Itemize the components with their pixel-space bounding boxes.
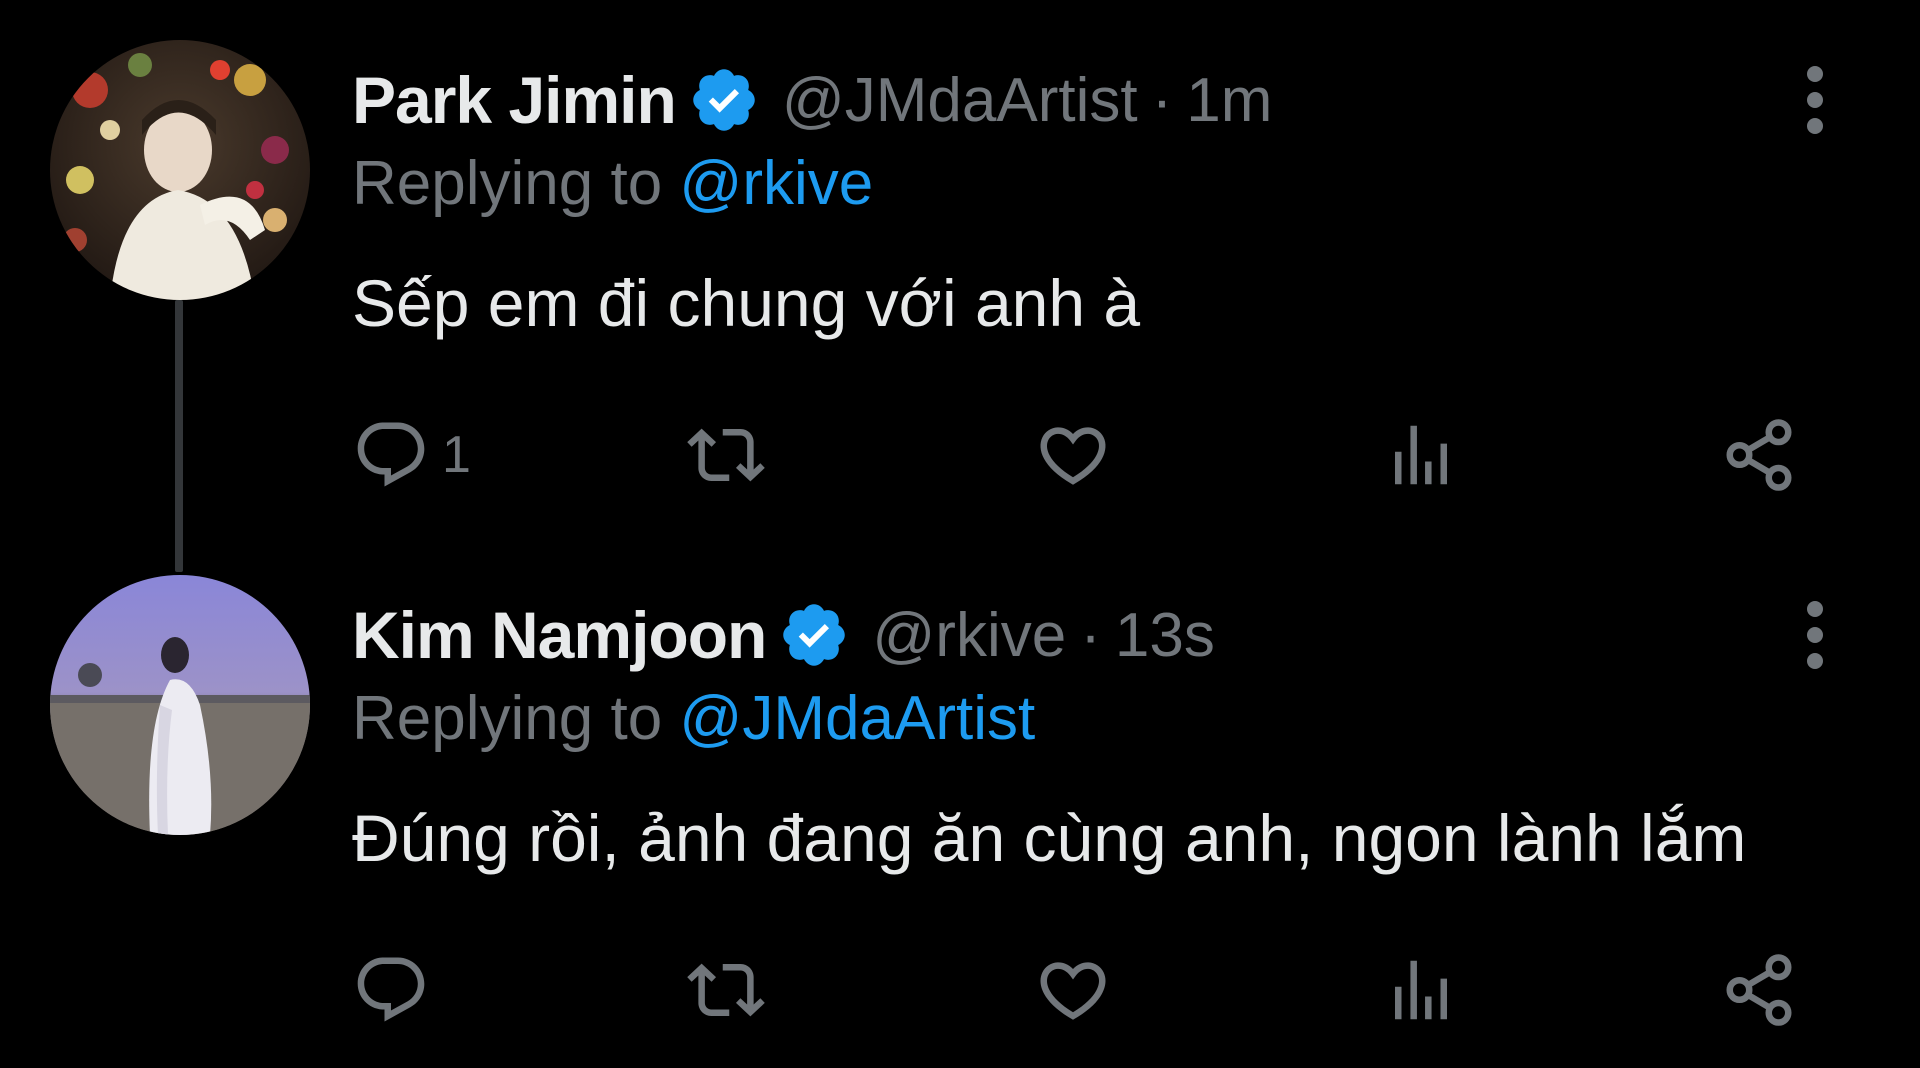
separator-dot: ·	[1080, 600, 1101, 670]
verified-badge-icon	[778, 599, 850, 671]
more-vertical-dot	[1807, 627, 1823, 643]
reply-icon	[357, 422, 425, 487]
reply-icon	[357, 957, 425, 1022]
replying-to-mention-link[interactable]: @JMdaArtist	[679, 684, 1035, 753]
separator-dot: ·	[1151, 65, 1173, 135]
avatar-photo-field-icon	[50, 575, 310, 835]
more-vertical-icon	[1807, 601, 1823, 617]
user-handle[interactable]: @JMdaArtist	[782, 65, 1138, 136]
tweet[interactable]: Kim Namjoon @rkive · 13s Replying to @JM…	[0, 575, 1920, 1068]
replying-to-mention-link[interactable]: @rkive	[679, 149, 873, 218]
like-button[interactable]	[1034, 410, 1112, 500]
verified-badge-icon	[688, 64, 760, 136]
more-vertical-dot	[1807, 118, 1823, 134]
tweet-header: Kim Namjoon @rkive · 13s	[352, 595, 1215, 675]
share-icon	[1726, 954, 1792, 1026]
heart-icon	[1040, 962, 1106, 1020]
display-name[interactable]: Park Jimin	[352, 62, 677, 138]
timestamp[interactable]: 1m	[1186, 65, 1272, 136]
avatar[interactable]	[50, 575, 310, 835]
more-options-button[interactable]	[1790, 60, 1840, 140]
avatar[interactable]	[50, 40, 310, 300]
views-button[interactable]	[1382, 945, 1460, 1035]
more-vertical-icon	[1807, 66, 1823, 82]
tweet[interactable]: Park Jimin @JMdaArtist · 1m Replying to …	[0, 40, 1920, 560]
replying-to-line: Replying to @rkive	[352, 148, 873, 219]
share-button[interactable]	[1720, 945, 1798, 1035]
display-name[interactable]: Kim Namjoon	[352, 597, 767, 673]
views-icon	[1395, 960, 1447, 1020]
share-icon	[1726, 419, 1792, 491]
timestamp[interactable]: 13s	[1115, 600, 1215, 671]
replying-to-label: Replying to	[352, 684, 663, 753]
tweet-thread: Park Jimin @JMdaArtist · 1m Replying to …	[0, 0, 1920, 1068]
retweet-icon	[687, 963, 765, 1017]
replying-to-label: Replying to	[352, 149, 663, 218]
reply-count: 1	[442, 426, 471, 484]
tweet-action-bar: 1	[352, 410, 1812, 500]
like-button[interactable]	[1034, 945, 1112, 1035]
more-vertical-dot	[1807, 653, 1823, 669]
heart-icon	[1040, 427, 1106, 485]
retweet-button[interactable]	[687, 945, 765, 1035]
views-button[interactable]	[1382, 410, 1460, 500]
tweet-text: Đúng rồi, ảnh đang ăn cùng anh, ngon làn…	[352, 801, 1747, 875]
more-options-button[interactable]	[1790, 595, 1840, 675]
retweet-button[interactable]	[687, 410, 765, 500]
reply-button[interactable]: 1	[352, 410, 471, 500]
retweet-icon	[687, 428, 765, 482]
reply-button[interactable]	[352, 945, 442, 1035]
views-icon	[1395, 425, 1447, 485]
tweet-header: Park Jimin @JMdaArtist · 1m	[352, 60, 1272, 140]
avatar-photo-flowers-icon	[50, 40, 310, 300]
share-button[interactable]	[1720, 410, 1798, 500]
user-handle[interactable]: @rkive	[872, 600, 1066, 671]
more-vertical-dot	[1807, 92, 1823, 108]
tweet-text: Sếp em đi chung với anh à	[352, 266, 1141, 340]
replying-to-line: Replying to @JMdaArtist	[352, 683, 1035, 754]
tweet-action-bar	[352, 945, 1812, 1035]
